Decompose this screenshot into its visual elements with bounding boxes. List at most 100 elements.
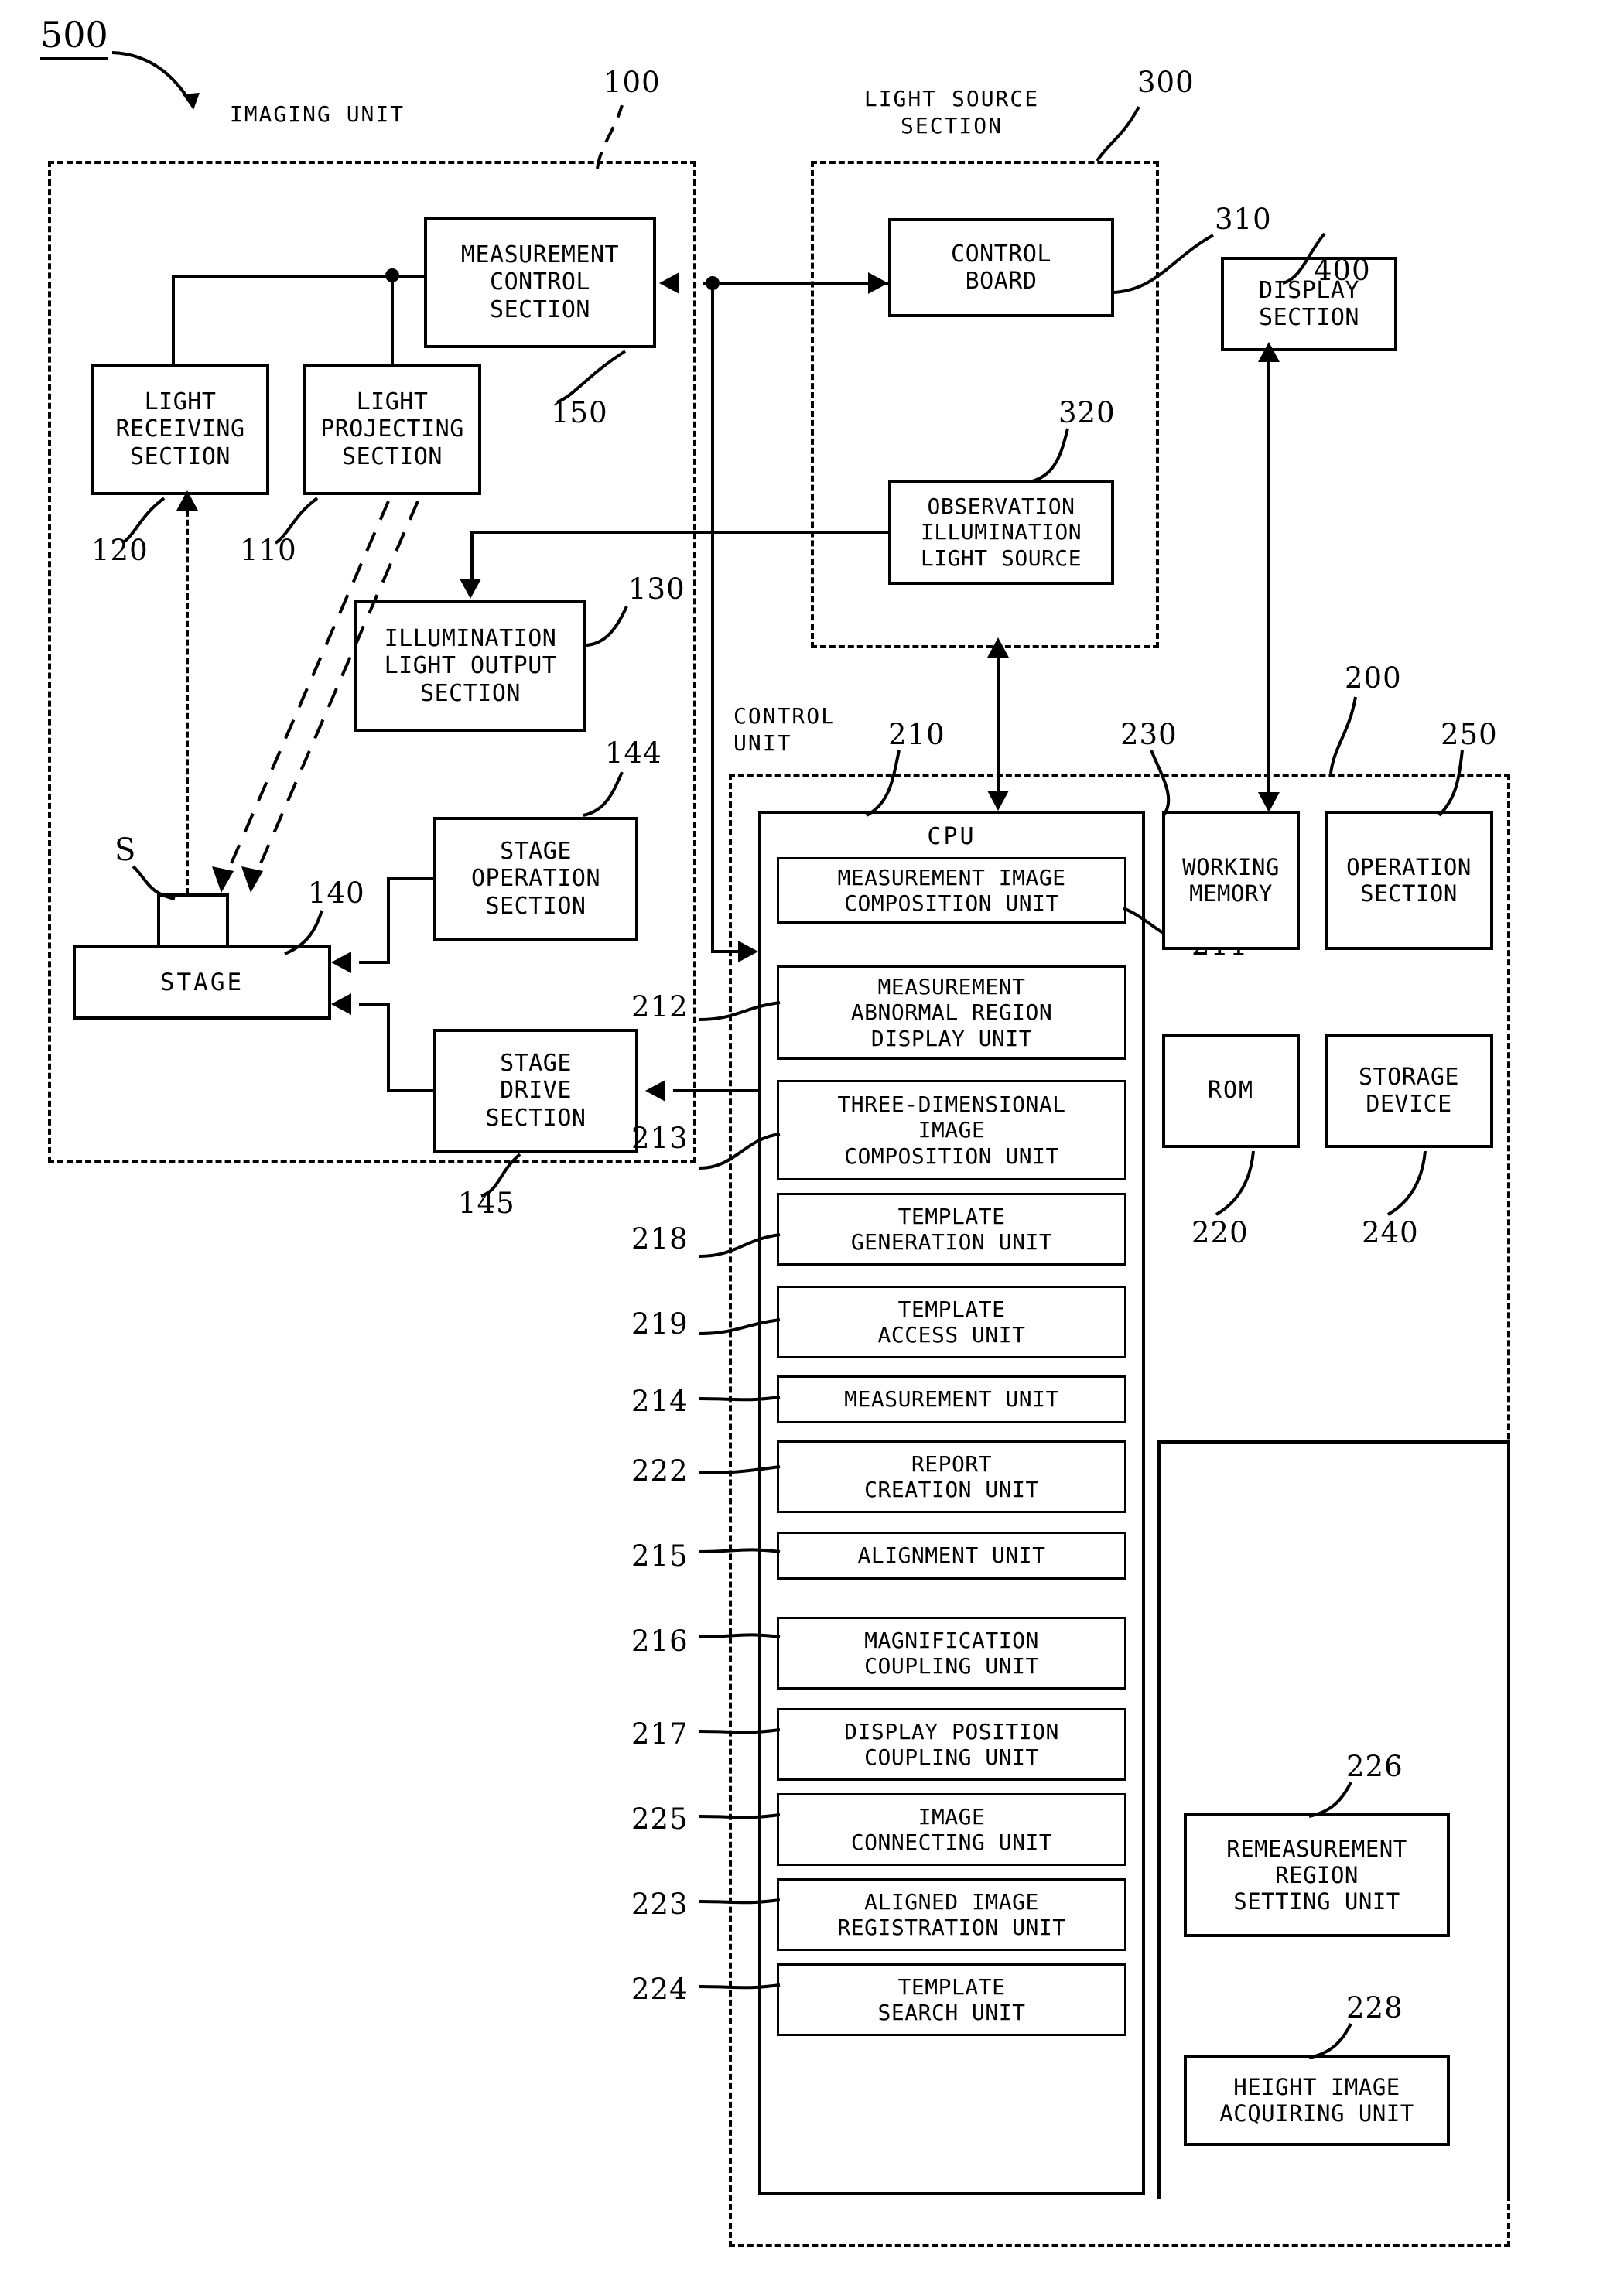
arrow-down-controlunit (987, 791, 1009, 811)
cpu-unit-block: DISPLAY POSITION COUPLING UNIT (777, 1708, 1126, 1781)
wire-mcs-to-controlboard-h (703, 282, 888, 285)
arrow-up-lightsource (987, 637, 1009, 658)
observation-illumination-light-source-label: OBSERVATION ILLUMINATION LIGHT SOURCE (920, 494, 1082, 571)
measurement-control-section-block: MEASUREMENT CONTROL SECTION (424, 217, 656, 348)
wire-stageop-h2 (359, 961, 390, 964)
wire-mcs-to-projecting-v (391, 275, 394, 365)
ref-300: 300 (1137, 66, 1195, 99)
cpu-unit-label: TEMPLATE ACCESS UNIT (877, 1296, 1026, 1348)
ref-223: 223 (631, 1888, 689, 1921)
measurement-control-section-label: MEASUREMENT CONTROL SECTION (460, 241, 620, 323)
stage-block: STAGE (73, 945, 331, 1020)
cpu-unit-label: MEASUREMENT ABNORMAL REGION DISPLAY UNIT (850, 974, 1053, 1051)
ref-200: 200 (1345, 661, 1402, 695)
sample-block (157, 893, 229, 948)
cpu-unit-block: THREE-DIMENSIONAL IMAGE COMPOSITION UNIT (777, 1080, 1126, 1180)
wire-stageop-h1 (387, 877, 435, 880)
arrow-optical-receiving (176, 490, 198, 511)
arrow-down-controlunit-2 (1258, 792, 1280, 812)
cpu-unit-block: MEASUREMENT ABNORMAL REGION DISPLAY UNIT (777, 965, 1126, 1060)
ref-225: 225 (631, 1802, 689, 1836)
cpu-unit-label: MEASUREMENT UNIT (844, 1386, 1059, 1413)
light-receiving-section-block: LIGHT RECEIVING SECTION (91, 364, 269, 495)
ref-310: 310 (1215, 203, 1272, 236)
wire-stagedrive-h1 (387, 1089, 435, 1092)
ref-100: 100 (603, 66, 661, 99)
ref-215: 215 (631, 1539, 689, 1573)
light-source-section-title: LIGHT SOURCE SECTION (863, 86, 1040, 138)
control-board-block: CONTROL BOARD (888, 218, 1114, 317)
illumination-light-output-section-block: ILLUMINATION LIGHT OUTPUT SECTION (354, 600, 586, 732)
ref-230: 230 (1120, 718, 1178, 751)
sample-label: S (115, 832, 137, 868)
cpu-unit-label: TEMPLATE GENERATION UNIT (850, 1203, 1053, 1255)
patent-figure-500: 500 IMAGING UNIT 100 LIGHT SOURCE SECTIO… (0, 0, 1600, 2296)
wire-display-controlunit-v (1267, 353, 1270, 809)
stage-operation-section-block: STAGE OPERATION SECTION (433, 817, 638, 941)
ref-150: 150 (551, 396, 608, 429)
cpu-unit-block: TEMPLATE GENERATION UNIT (777, 1193, 1126, 1266)
height-image-acquiring-unit-label: HEIGHT IMAGE ACQUIRING UNIT (1219, 2073, 1414, 2127)
wire-obs-to-illum-v (470, 531, 474, 579)
cpu-unit-block: ALIGNMENT UNIT (777, 1532, 1126, 1580)
ref-213: 213 (631, 1122, 689, 1155)
operation-section-block: OPERATION SECTION (1325, 811, 1493, 950)
wire-cpu-to-stagedrive (673, 1089, 760, 1092)
wire-obs-to-illum-h (470, 531, 888, 534)
arrow-into-cpu (738, 941, 758, 962)
ref-212: 212 (631, 990, 689, 1023)
cpu-unit-label: THREE-DIMENSIONAL IMAGE COMPOSITION UNIT (837, 1092, 1066, 1169)
cpu-unit-label: IMAGE CONNECTING UNIT (850, 1803, 1053, 1855)
ref-145: 145 (458, 1187, 515, 1220)
wire-stagedrive-v (387, 1003, 390, 1092)
ref-214: 214 (631, 1385, 689, 1418)
cpu-unit-block: MAGNIFICATION COUPLING UNIT (777, 1617, 1126, 1690)
ref-224: 224 (631, 1973, 689, 2006)
ref-228: 228 (1346, 1991, 1403, 2024)
wire-mcs-to-receiving-v (172, 275, 175, 365)
cpu-unit-block: TEMPLATE ACCESS UNIT (777, 1286, 1126, 1358)
arrow-up-display (1258, 342, 1280, 362)
ref-250: 250 (1441, 718, 1498, 751)
ref-144: 144 (605, 736, 662, 770)
cpu-unit-block: IMAGE CONNECTING UNIT (777, 1793, 1126, 1866)
ref-320: 320 (1058, 396, 1116, 429)
wire-stageop-v (387, 877, 390, 964)
height-image-acquiring-unit-block: HEIGHT IMAGE ACQUIRING UNIT (1184, 2055, 1450, 2146)
cpu-unit-block: ALIGNED IMAGE REGISTRATION UNIT (777, 1878, 1126, 1951)
ref-200-leader (1329, 696, 1357, 774)
cpu-unit-label: MEASUREMENT IMAGE COMPOSITION UNIT (837, 864, 1066, 916)
cpu-unit-label: ALIGNMENT UNIT (857, 1543, 1046, 1569)
ref-218: 218 (631, 1222, 689, 1256)
stage-drive-section-label: STAGE DRIVE SECTION (485, 1049, 586, 1132)
arrow-into-control-board (868, 272, 888, 294)
rom-label: ROM (1207, 1077, 1255, 1105)
cpu-unit-label: MAGNIFICATION COUPLING UNIT (864, 1627, 1039, 1679)
ref-240: 240 (1362, 1216, 1419, 1249)
control-board-label: CONTROL BOARD (951, 240, 1051, 295)
ref-130: 130 (628, 572, 685, 606)
arrow-into-stage-2 (331, 993, 351, 1015)
arrow-into-stage-1 (331, 952, 351, 973)
storage-device-block: STORAGE DEVICE (1325, 1034, 1493, 1148)
light-projecting-section-label: LIGHT PROJECTING SECTION (320, 388, 464, 470)
working-memory-label: WORKING MEMORY (1182, 853, 1280, 907)
control-unit-title: CONTROL UNIT (733, 703, 836, 756)
cpu-unit-block: TEMPLATE SEARCH UNIT (777, 1963, 1126, 2036)
rom-block: ROM (1162, 1034, 1300, 1148)
cpu-unit-block: MEASUREMENT UNIT (777, 1375, 1126, 1423)
working-memory-block: WORKING MEMORY (1162, 811, 1300, 950)
light-receiving-section-label: LIGHT RECEIVING SECTION (115, 388, 245, 470)
arrow-into-illum-output (460, 579, 481, 599)
cpu-unit-label: REPORT CREATION UNIT (864, 1450, 1039, 1502)
cpu-label: CPU (927, 823, 976, 850)
stage-label: STAGE (159, 968, 244, 996)
ref-210: 210 (888, 718, 945, 751)
light-projecting-section-block: LIGHT PROJECTING SECTION (303, 364, 481, 495)
ref-226: 226 (1346, 1750, 1403, 1783)
stage-operation-section-label: STAGE OPERATION SECTION (470, 837, 601, 920)
stage-drive-section-block: STAGE DRIVE SECTION (433, 1029, 638, 1153)
observation-illumination-light-source-block: OBSERVATION ILLUMINATION LIGHT SOURCE (888, 480, 1114, 585)
cpu-unit-block: MEASUREMENT IMAGE COMPOSITION UNIT (777, 857, 1126, 924)
ref-216: 216 (631, 1625, 689, 1658)
